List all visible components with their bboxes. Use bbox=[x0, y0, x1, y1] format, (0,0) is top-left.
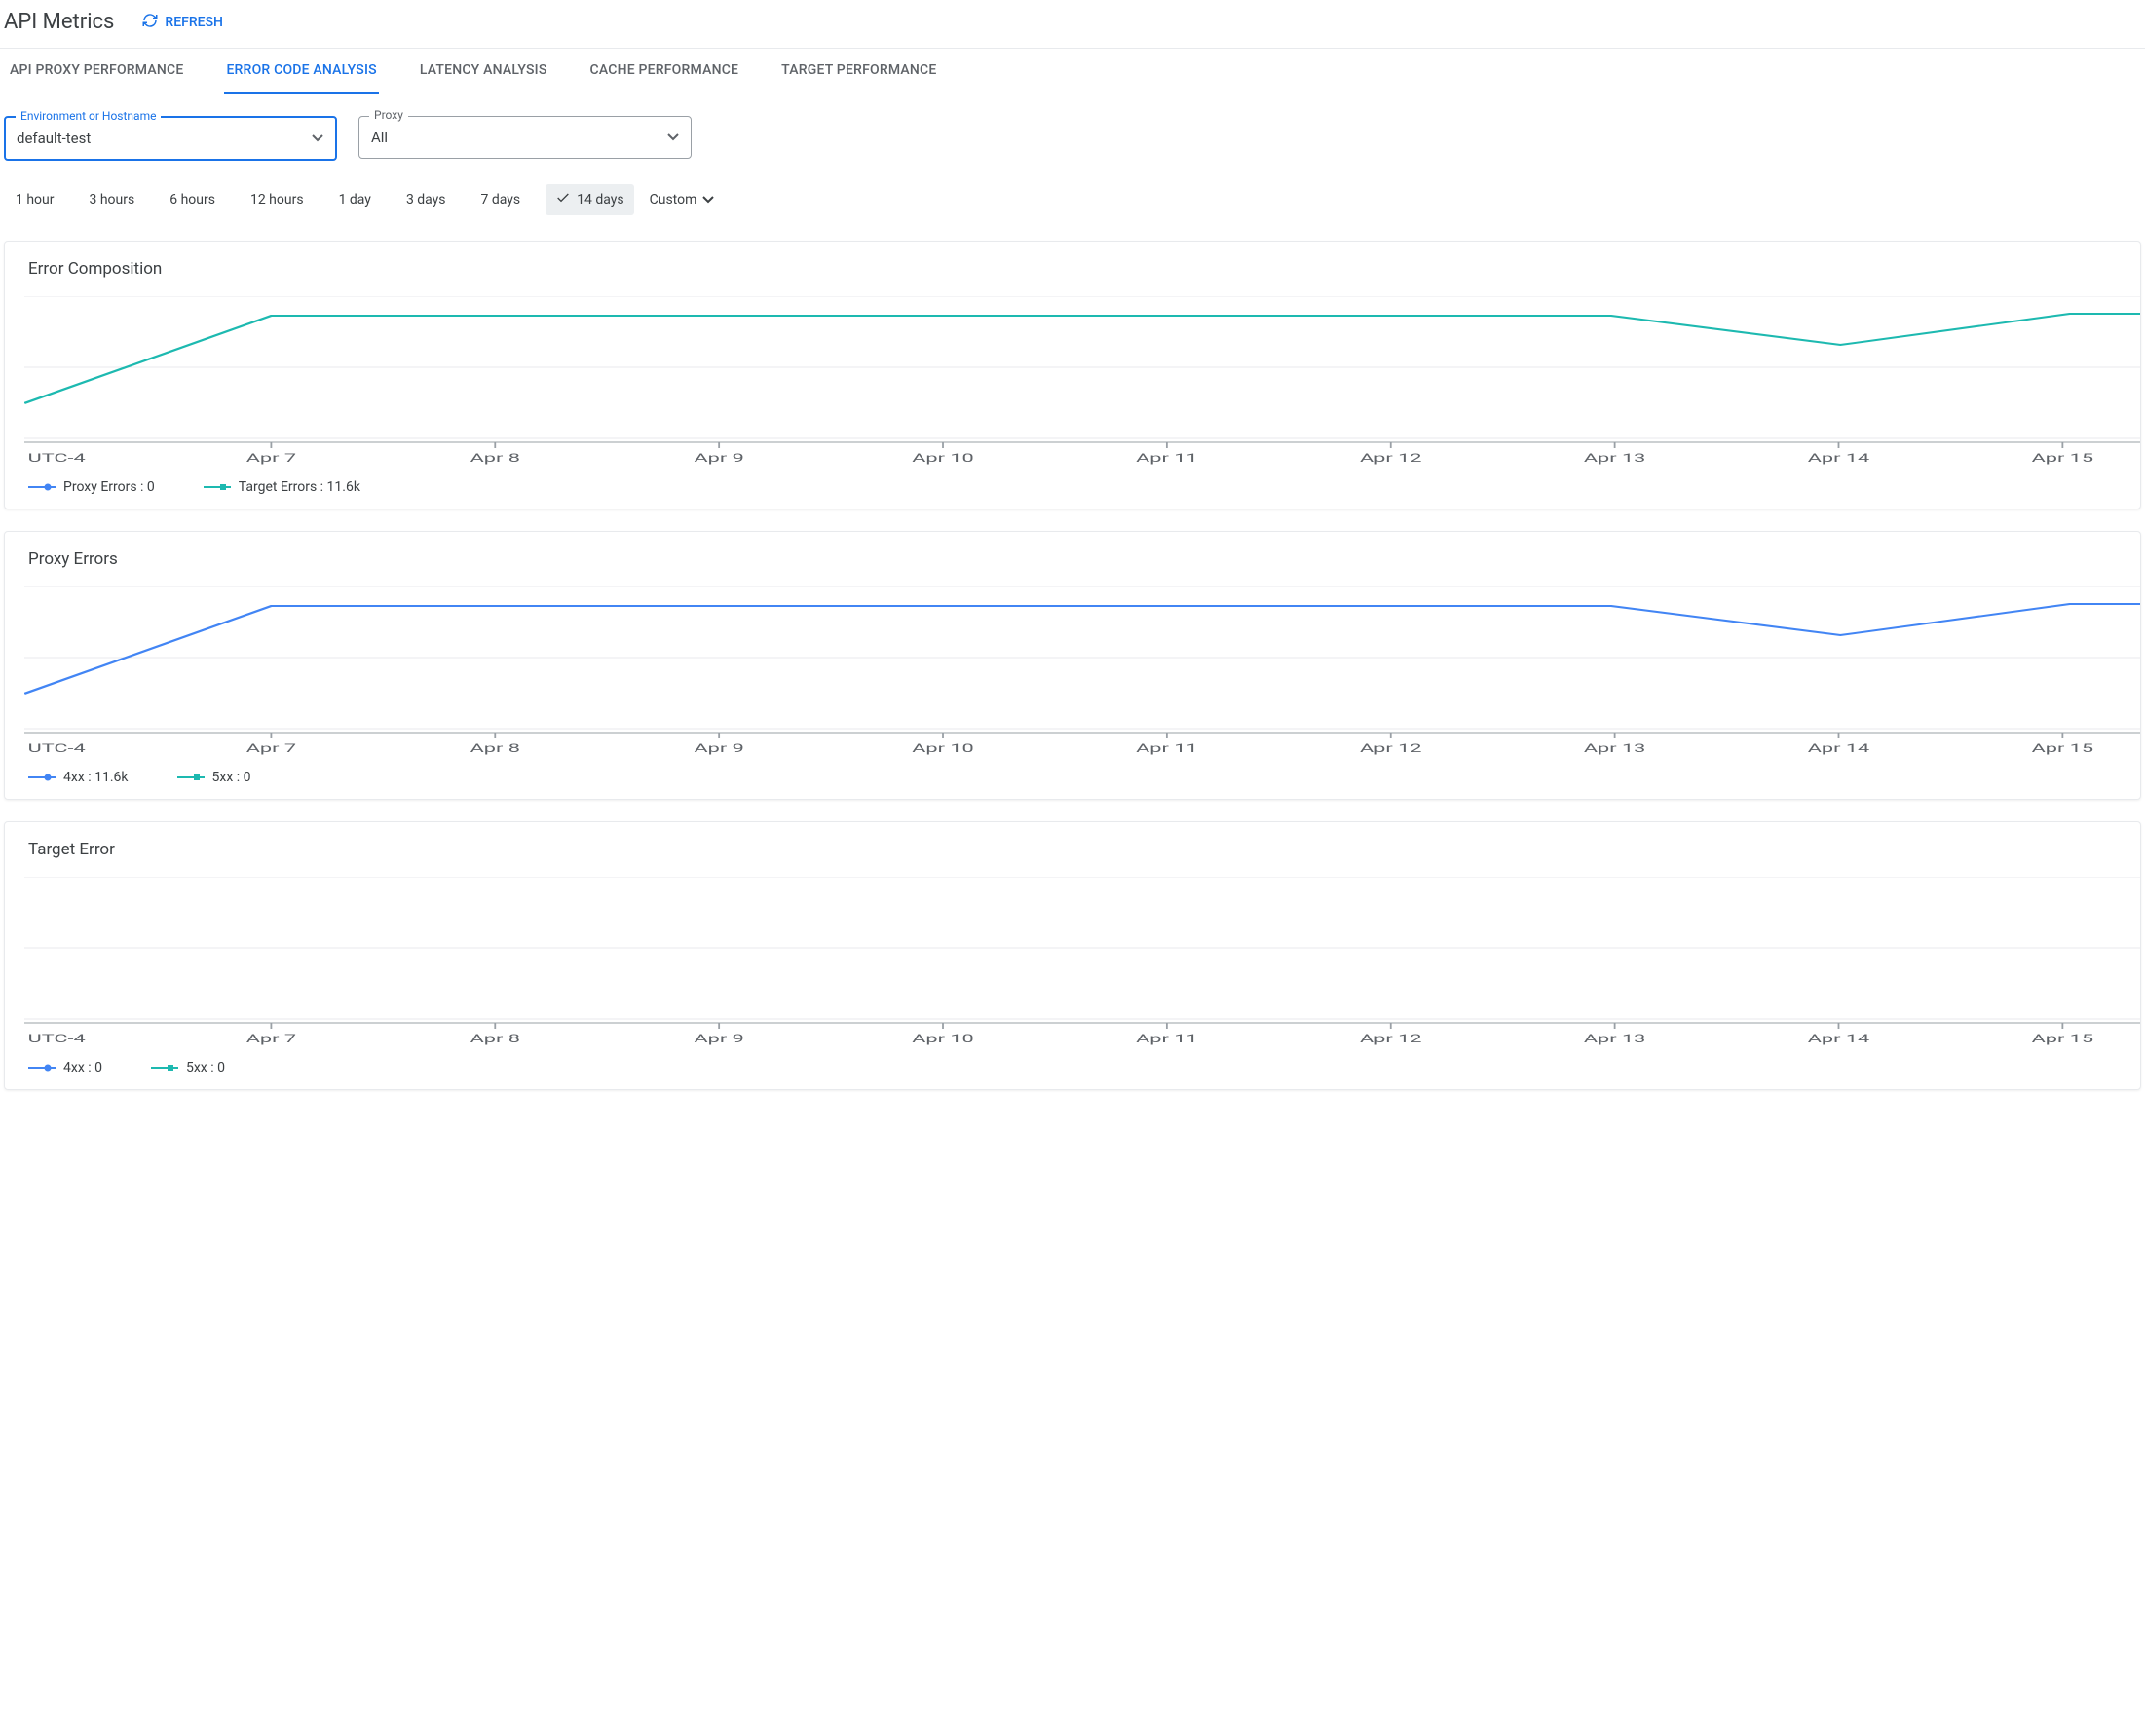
panel-error-composition-title: Error Composition bbox=[5, 259, 2140, 296]
time-range-3d[interactable]: 3 days bbox=[396, 186, 456, 213]
svg-text:Apr 15: Apr 15 bbox=[2032, 742, 2094, 756]
panel-proxy-errors-title: Proxy Errors bbox=[5, 549, 2140, 586]
svg-text:Apr 15: Apr 15 bbox=[2032, 1033, 2094, 1046]
time-range-custom[interactable]: Custom bbox=[650, 192, 715, 208]
time-range-7d[interactable]: 7 days bbox=[471, 186, 531, 213]
legend-error-composition: Proxy Errors : 0 Target Errors : 11.6k bbox=[5, 472, 2140, 495]
svg-text:UTC-4: UTC-4 bbox=[28, 452, 86, 466]
proxy-select-label: Proxy bbox=[369, 108, 408, 122]
svg-text:Apr 7: Apr 7 bbox=[246, 742, 296, 756]
refresh-icon bbox=[141, 12, 159, 33]
time-range-1d[interactable]: 1 day bbox=[329, 186, 381, 213]
svg-text:Apr 14: Apr 14 bbox=[1808, 1033, 1870, 1046]
legend-target-4xx-label: 4xx : 0 bbox=[63, 1060, 102, 1076]
legend-4xx-icon bbox=[28, 773, 56, 782]
time-range-selector: 1 hour 3 hours 6 hours 12 hours 1 day 3 … bbox=[0, 165, 2145, 231]
environment-select-value: default-test bbox=[17, 130, 91, 147]
environment-select-label: Environment or Hostname bbox=[16, 109, 161, 123]
svg-text:Apr 7: Apr 7 bbox=[246, 1033, 296, 1046]
time-range-1h[interactable]: 1 hour bbox=[6, 186, 64, 213]
panel-error-composition: Error Composition UTC-4 Apr 7 Apr 8 Apr … bbox=[4, 241, 2141, 509]
legend-proxy-errors-icon bbox=[28, 482, 56, 492]
refresh-label: REFRESH bbox=[165, 15, 223, 30]
svg-text:UTC-4: UTC-4 bbox=[28, 1033, 86, 1046]
time-range-custom-label: Custom bbox=[650, 192, 697, 208]
svg-text:Apr 8: Apr 8 bbox=[470, 1033, 520, 1046]
svg-text:Apr 12: Apr 12 bbox=[1360, 742, 1422, 756]
svg-text:Apr 8: Apr 8 bbox=[470, 742, 520, 756]
svg-text:Apr 12: Apr 12 bbox=[1360, 1033, 1422, 1046]
tab-error-code-analysis[interactable]: ERROR CODE ANALYSIS bbox=[224, 49, 378, 94]
legend-proxy-errors-label: Proxy Errors : 0 bbox=[63, 479, 155, 495]
legend-target-errors-label: Target Errors : 11.6k bbox=[239, 479, 360, 495]
time-range-14d-label: 14 days bbox=[577, 192, 623, 208]
legend-target-errors-icon bbox=[204, 482, 231, 492]
legend-target-4xx[interactable]: 4xx : 0 bbox=[28, 1060, 102, 1076]
svg-text:Apr 11: Apr 11 bbox=[1136, 742, 1197, 756]
panel-proxy-errors: Proxy Errors UTC-4 Apr 7 Apr 8 Apr 9 Apr… bbox=[4, 531, 2141, 800]
page-title: API Metrics bbox=[4, 10, 114, 34]
refresh-button[interactable]: REFRESH bbox=[141, 12, 223, 33]
tab-target-performance[interactable]: TARGET PERFORMANCE bbox=[779, 49, 938, 94]
chevron-down-icon bbox=[702, 192, 714, 208]
svg-text:Apr 10: Apr 10 bbox=[912, 742, 973, 756]
filter-row: Environment or Hostname default-test Pro… bbox=[0, 94, 2145, 165]
svg-text:Apr 15: Apr 15 bbox=[2032, 452, 2094, 466]
svg-text:Apr 10: Apr 10 bbox=[912, 452, 973, 466]
svg-text:Apr 14: Apr 14 bbox=[1808, 742, 1870, 756]
svg-text:Apr 12: Apr 12 bbox=[1360, 452, 1422, 466]
svg-text:Apr 8: Apr 8 bbox=[470, 452, 520, 466]
svg-text:Apr 11: Apr 11 bbox=[1136, 1033, 1197, 1046]
chart-error-composition: UTC-4 Apr 7 Apr 8 Apr 9 Apr 10 Apr 11 Ap… bbox=[5, 296, 2140, 472]
legend-target-5xx[interactable]: 5xx : 0 bbox=[151, 1060, 225, 1076]
chart-proxy-errors: UTC-4 Apr 7 Apr 8 Apr 9 Apr 10 Apr 11 Ap… bbox=[5, 586, 2140, 762]
svg-text:Apr 9: Apr 9 bbox=[694, 1033, 743, 1046]
legend-4xx-label: 4xx : 11.6k bbox=[63, 770, 129, 785]
svg-text:UTC-4: UTC-4 bbox=[28, 742, 86, 756]
tab-api-proxy-performance[interactable]: API PROXY PERFORMANCE bbox=[8, 49, 185, 94]
check-icon bbox=[555, 190, 571, 209]
legend-target-5xx-label: 5xx : 0 bbox=[186, 1060, 225, 1076]
legend-target-error: 4xx : 0 5xx : 0 bbox=[5, 1052, 2140, 1076]
chevron-down-icon bbox=[312, 131, 323, 146]
legend-5xx-label: 5xx : 0 bbox=[212, 770, 251, 785]
proxy-select[interactable]: Proxy All bbox=[358, 116, 692, 159]
svg-text:Apr 13: Apr 13 bbox=[1584, 1033, 1645, 1046]
legend-target-errors[interactable]: Target Errors : 11.6k bbox=[204, 479, 360, 495]
legend-5xx-icon bbox=[177, 773, 205, 782]
time-range-14d[interactable]: 14 days bbox=[546, 184, 633, 215]
svg-text:Apr 10: Apr 10 bbox=[912, 1033, 973, 1046]
environment-select[interactable]: Environment or Hostname default-test bbox=[4, 116, 337, 161]
time-range-3h[interactable]: 3 hours bbox=[80, 186, 145, 213]
svg-text:Apr 7: Apr 7 bbox=[246, 452, 296, 466]
panel-target-error: Target Error UTC-4 Apr 7 Apr 8 Apr 9 Apr… bbox=[4, 821, 2141, 1090]
time-range-6h[interactable]: 6 hours bbox=[160, 186, 225, 213]
svg-text:Apr 14: Apr 14 bbox=[1808, 452, 1870, 466]
svg-text:Apr 13: Apr 13 bbox=[1584, 452, 1645, 466]
tab-cache-performance[interactable]: CACHE PERFORMANCE bbox=[588, 49, 741, 94]
svg-text:Apr 9: Apr 9 bbox=[694, 452, 743, 466]
proxy-select-value: All bbox=[371, 129, 388, 146]
legend-5xx[interactable]: 5xx : 0 bbox=[177, 770, 251, 785]
legend-target-5xx-icon bbox=[151, 1063, 178, 1073]
chart-target-error: UTC-4 Apr 7 Apr 8 Apr 9 Apr 10 Apr 11 Ap… bbox=[5, 877, 2140, 1052]
time-range-12h[interactable]: 12 hours bbox=[241, 186, 314, 213]
legend-proxy-errors: 4xx : 11.6k 5xx : 0 bbox=[5, 762, 2140, 785]
panel-target-error-title: Target Error bbox=[5, 840, 2140, 877]
tab-latency-analysis[interactable]: LATENCY ANALYSIS bbox=[418, 49, 549, 94]
svg-text:Apr 9: Apr 9 bbox=[694, 742, 743, 756]
tab-bar: API PROXY PERFORMANCE ERROR CODE ANALYSI… bbox=[0, 49, 2145, 94]
legend-target-4xx-icon bbox=[28, 1063, 56, 1073]
svg-text:Apr 13: Apr 13 bbox=[1584, 742, 1645, 756]
legend-4xx[interactable]: 4xx : 11.6k bbox=[28, 770, 129, 785]
chevron-down-icon bbox=[667, 130, 679, 145]
legend-proxy-errors[interactable]: Proxy Errors : 0 bbox=[28, 479, 155, 495]
svg-text:Apr 11: Apr 11 bbox=[1136, 452, 1197, 466]
